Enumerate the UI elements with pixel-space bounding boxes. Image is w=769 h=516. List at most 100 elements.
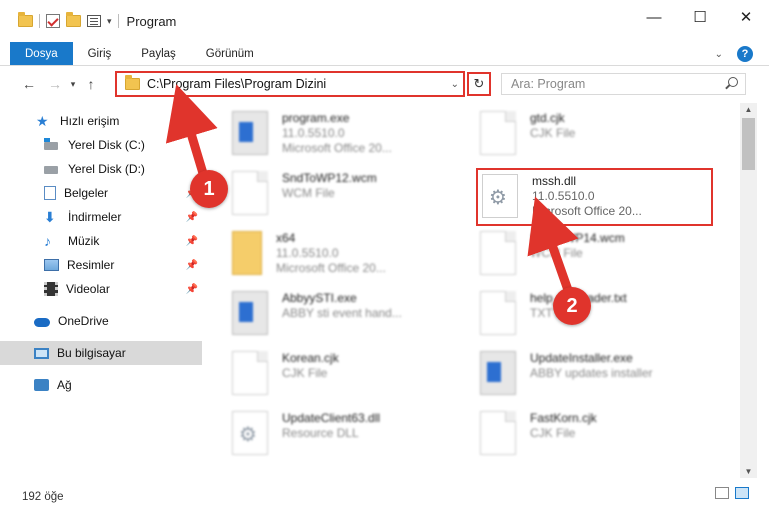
refresh-button[interactable]: ↻ [467,72,491,96]
sidebar-item-documents[interactable]: Belgeler 📌 [0,181,202,205]
ribbon-tabs: Dosya Giriş Paylaş Görünüm ⌄ ? [0,42,769,66]
file-name: program.exe [282,111,350,125]
music-icon: ♪ [44,233,51,249]
file-tile[interactable]: FastKorn.cjk CJK File [480,411,720,471]
exe-file-icon [480,351,516,395]
sidebar-item-label: Ağ [57,378,72,392]
new-folder-icon[interactable] [66,12,81,27]
chevron-down-icon[interactable]: ⌄ [451,79,459,90]
drive-icon [44,162,60,176]
navigation-bar: ← → ▾ ↑ C:\Program Files\Program Dizini … [0,67,769,101]
drive-icon [44,138,60,152]
sidebar-item-onedrive[interactable]: OneDrive [0,309,202,333]
exe-file-icon [232,111,268,155]
close-button[interactable]: ✕ [723,0,769,34]
tab-gorunum[interactable]: Görünüm [191,42,269,65]
file-name: mssh.dll [532,174,577,188]
downloads-icon: ⬇ [44,209,56,225]
forward-arrow-icon[interactable]: → [44,76,66,92]
file-name: UpdateInstaller.exe [530,351,633,365]
file-icon [480,411,516,455]
file-name: Korean.cjk [282,351,339,365]
sidebar-item-label: Yerel Disk (C:) [68,138,145,152]
toolbar-divider [117,14,119,28]
folder-icon [125,75,140,90]
dll-file-icon [232,411,268,455]
scrollbar-thumb[interactable] [742,118,755,170]
sidebar-item-label: Videolar [66,282,110,296]
file-icon [232,171,268,215]
sidebar-item-label: Hızlı erişim [60,114,120,128]
quick-access-toolbar: ▾ [0,0,119,42]
details-view-icon[interactable] [715,487,729,499]
file-tile[interactable]: SndToWP12.wcm WCM File [232,171,472,231]
sidebar-item-label: İndirmeler [68,210,122,224]
sidebar-item-local-disk-c[interactable]: Yerel Disk (C:) [0,133,202,157]
sidebar-item-local-disk-d[interactable]: Yerel Disk (D:) [0,157,202,181]
customize-toolbar-icon[interactable]: ▾ [107,16,112,27]
status-bar: 192 öğe [0,478,769,516]
file-type: Resource DLL [282,426,359,440]
dll-file-icon [482,174,518,218]
folder-icon[interactable] [18,12,33,27]
file-tile[interactable]: AbbyySTI.exe ABBY sti event hand... [232,291,472,351]
back-arrow-icon[interactable]: ← [18,76,40,92]
sidebar-item-videos[interactable]: Videolar 📌 [0,277,202,301]
file-tile[interactable]: gtd.cjk CJK File [480,111,720,171]
file-tile-mssh-dll[interactable]: mssh.dll 11.0.5510.0 Microsoft Office 20… [476,168,713,226]
file-tile[interactable]: x64 11.0.5510.0 Microsoft Office 20... [232,231,472,291]
file-tile[interactable]: UpdateInstaller.exe ABBY updates installe… [480,351,720,411]
sidebar-item-network[interactable]: Ağ [0,373,202,397]
window-controls: — ☐ ✕ [631,0,769,34]
sidebar-item-music[interactable]: ♪ Müzik 📌 [0,229,202,253]
search-input[interactable]: Ara: Program [501,73,746,95]
file-type: WCM File [282,186,335,200]
address-path: C:\Program Files\Program Dizini [147,77,327,91]
window-title: Program [126,13,177,29]
file-name: SndToWP14.wcm [530,231,625,245]
sidebar-item-pictures[interactable]: Resimler 📌 [0,253,202,277]
pin-icon[interactable]: 📌 [186,284,198,295]
pin-icon[interactable]: 📌 [186,260,198,271]
sidebar-item-quick-access[interactable]: ★ Hızlı erişim [0,109,202,133]
properties-check-icon[interactable] [46,14,60,28]
file-description: Microsoft Office 20... [532,204,642,218]
maximize-button[interactable]: ☐ [677,0,723,34]
up-arrow-icon[interactable]: ↑ [80,76,102,92]
tab-giris[interactable]: Giriş [73,42,127,65]
recent-locations-icon[interactable]: ▾ [66,79,80,90]
file-description: ABBY updates installer [530,366,653,380]
file-version: 11.0.5510.0 [282,126,345,140]
sidebar-item-downloads[interactable]: ⬇ İndirmeler 📌 [0,205,202,229]
scroll-up-icon[interactable]: ▲ [740,105,757,114]
scroll-down-icon[interactable]: ▼ [740,467,757,476]
file-tile[interactable]: UpdateClient63.dllResource DLL [232,411,472,471]
pin-icon[interactable]: 📌 [186,212,198,223]
file-tile[interactable]: help_ru_reader.txtTXT File [480,291,720,351]
tab-paylas[interactable]: Paylaş [126,42,191,65]
file-tile[interactable]: program.exe 11.0.5510.0 Microsoft Office 2… [232,111,472,171]
this-pc-icon [34,347,49,359]
documents-icon [44,186,56,200]
help-icon[interactable]: ? [737,46,753,62]
file-name: AbbyySTI.exe [282,291,357,305]
network-icon [34,379,49,391]
expand-ribbon-icon[interactable]: ⌄ [715,49,723,60]
tiles-view-icon[interactable] [735,487,749,499]
pin-icon[interactable]: 📌 [186,236,198,247]
exe-file-icon [232,291,268,335]
search-icon[interactable] [728,77,738,87]
properties-icon[interactable] [87,15,101,27]
tab-dosya[interactable]: Dosya [10,42,73,65]
search-placeholder: Ara: Program [511,77,586,91]
file-version: 11.0.5510.0 [276,246,339,260]
sidebar-item-this-pc[interactable]: Bu bilgisayar [0,341,202,365]
minimize-button[interactable]: — [631,0,677,34]
title-bar: ▾ Program — ☐ ✕ [0,0,769,42]
file-name: x64 [276,231,296,245]
address-bar[interactable]: C:\Program Files\Program Dizini ⌄ [115,71,465,97]
file-tile[interactable]: SndToWP14.wcm WCM File [480,231,720,291]
vertical-scrollbar[interactable]: ▲ ▼ [740,103,757,478]
file-name: SndToWP12.wcm [282,171,377,185]
file-tile[interactable]: Korean.cjk CJK File [232,351,472,411]
